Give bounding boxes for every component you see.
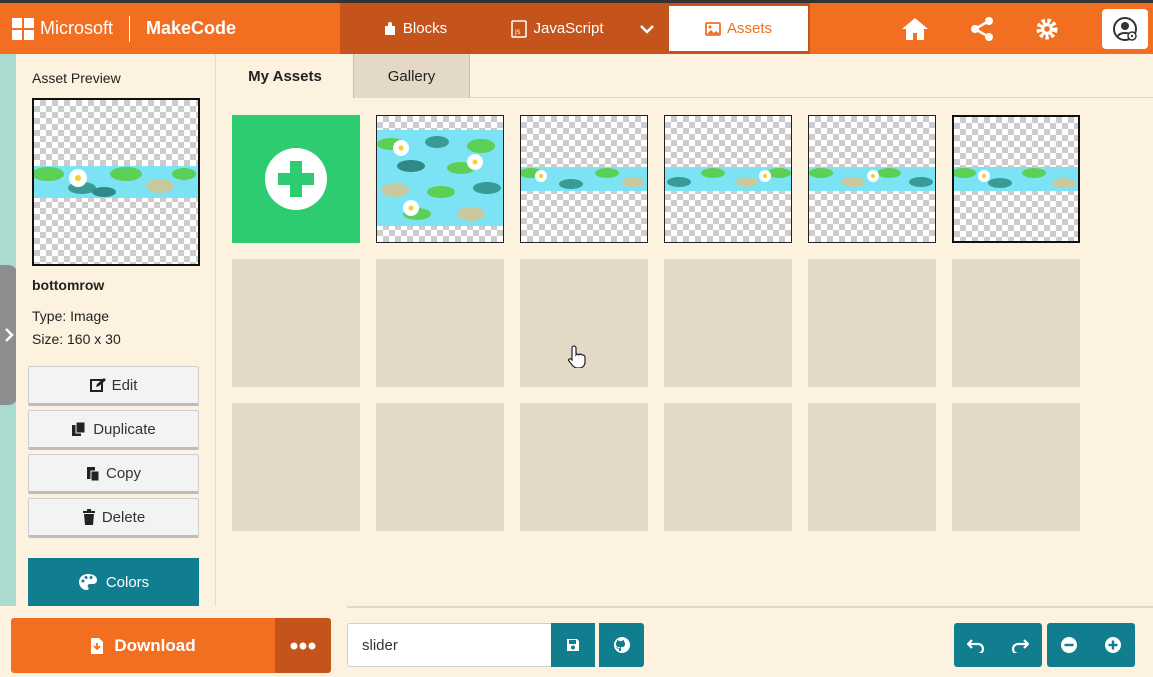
asset-preview-image	[32, 98, 200, 266]
language-dropdown[interactable]	[625, 3, 669, 54]
brand-microsoft: Microsoft	[40, 18, 114, 38]
asset-tile[interactable]	[664, 115, 792, 243]
asset-name: bottomrow	[32, 277, 105, 293]
tab-assets-label: Assets	[726, 20, 772, 37]
asset-sidebar: Asset Preview bottomrow Type: Image Size…	[16, 54, 216, 606]
download-button[interactable]: Download	[11, 618, 275, 673]
user-menu-button[interactable]	[1102, 9, 1148, 49]
hand-cursor-icon	[568, 345, 586, 368]
empty-asset-slot	[376, 259, 504, 387]
puzzle-icon	[384, 21, 395, 35]
empty-asset-slot	[952, 403, 1080, 531]
new-asset-button[interactable]	[232, 115, 360, 243]
duplicate-button-label: Duplicate	[93, 420, 156, 438]
more-options-button[interactable]	[275, 618, 331, 673]
asset-preview-label: Asset Preview	[32, 70, 121, 86]
edit-button[interactable]: Edit	[28, 366, 199, 406]
download-button-label: Download	[114, 635, 196, 655]
empty-asset-slot	[664, 259, 792, 387]
microsoft-logo-icon	[12, 17, 34, 40]
colors-button-label: Colors	[105, 573, 150, 591]
copy-button[interactable]: Copy	[28, 454, 199, 494]
home-button[interactable]	[899, 13, 931, 45]
copy-icon	[86, 467, 100, 481]
project-name-input[interactable]	[347, 623, 552, 667]
edit-button-label: Edit	[111, 376, 138, 394]
delete-button[interactable]: Delete	[28, 498, 199, 538]
trash-icon	[82, 509, 95, 525]
share-button[interactable]	[966, 13, 998, 45]
home-icon	[902, 18, 928, 40]
duplicate-icon	[72, 421, 86, 436]
empty-asset-slot	[232, 259, 360, 387]
ellipsis-icon	[290, 642, 316, 649]
tab-blocks-label: Blocks	[402, 20, 448, 37]
share-icon	[971, 17, 993, 41]
empty-asset-slot	[808, 259, 936, 387]
tab-javascript[interactable]: JS JavaScript	[490, 3, 625, 54]
js-file-icon: JS	[511, 19, 528, 38]
brand: Microsoft MakeCode	[12, 3, 236, 54]
gallery-tab-bar: My Assets Gallery	[217, 54, 1153, 98]
redo-icon	[1011, 639, 1029, 653]
edit-icon	[89, 378, 106, 392]
asset-tile-selected[interactable]	[952, 115, 1080, 243]
tab-gallery[interactable]: Gallery	[353, 54, 470, 98]
footer-divider	[347, 606, 1153, 608]
zoom-out-icon	[1061, 637, 1077, 653]
asset-gallery: My Assets Gallery	[217, 54, 1153, 606]
asset-tile[interactable]	[520, 115, 648, 243]
editor-footer: Download	[0, 606, 1153, 677]
add-circle-icon	[265, 148, 327, 210]
empty-asset-slot	[664, 403, 792, 531]
chevron-right-icon	[5, 328, 14, 342]
undo-button[interactable]	[954, 623, 998, 667]
colors-button[interactable]: Colors	[28, 558, 199, 606]
zoom-in-icon	[1105, 637, 1121, 653]
zoom-out-button[interactable]	[1047, 623, 1091, 667]
copy-button-label: Copy	[105, 464, 142, 482]
user-settings-icon	[1113, 17, 1137, 41]
tab-blocks[interactable]: Blocks	[340, 3, 490, 54]
duplicate-button[interactable]: Duplicate	[28, 410, 199, 450]
empty-asset-slot	[376, 403, 504, 531]
tab-javascript-label: JavaScript	[533, 20, 604, 37]
tab-assets[interactable]: Assets	[669, 6, 808, 51]
image-icon	[705, 21, 721, 36]
github-button[interactable]	[599, 623, 644, 667]
top-menu-bar: Microsoft MakeCode Blocks JS JavaScript …	[0, 0, 1153, 54]
empty-asset-slot	[232, 403, 360, 531]
svg-text:JS: JS	[514, 29, 521, 36]
asset-tile[interactable]	[808, 115, 936, 243]
chevron-down-icon	[640, 24, 654, 34]
github-icon	[613, 637, 630, 653]
empty-asset-slot	[520, 403, 648, 531]
gear-icon	[1036, 18, 1058, 40]
save-icon	[567, 639, 579, 651]
asset-size: Size: 160 x 30	[32, 331, 121, 347]
editor-toggle: Blocks JS JavaScript Assets	[340, 3, 810, 54]
zoom-in-button[interactable]	[1091, 623, 1135, 667]
brand-divider	[129, 15, 131, 42]
tab-my-assets[interactable]: My Assets	[217, 54, 353, 98]
empty-asset-slot	[808, 403, 936, 531]
empty-asset-slot	[952, 259, 1080, 387]
download-file-icon	[91, 637, 104, 654]
palette-icon	[78, 574, 97, 590]
asset-type: Type: Image	[32, 308, 110, 324]
settings-button[interactable]	[1031, 13, 1063, 45]
redo-button[interactable]	[998, 623, 1042, 667]
save-button[interactable]	[551, 623, 595, 667]
brand-product[interactable]: MakeCode	[146, 18, 236, 39]
delete-button-label: Delete	[101, 508, 146, 526]
undo-icon	[967, 639, 985, 653]
asset-tile[interactable]	[376, 115, 504, 243]
